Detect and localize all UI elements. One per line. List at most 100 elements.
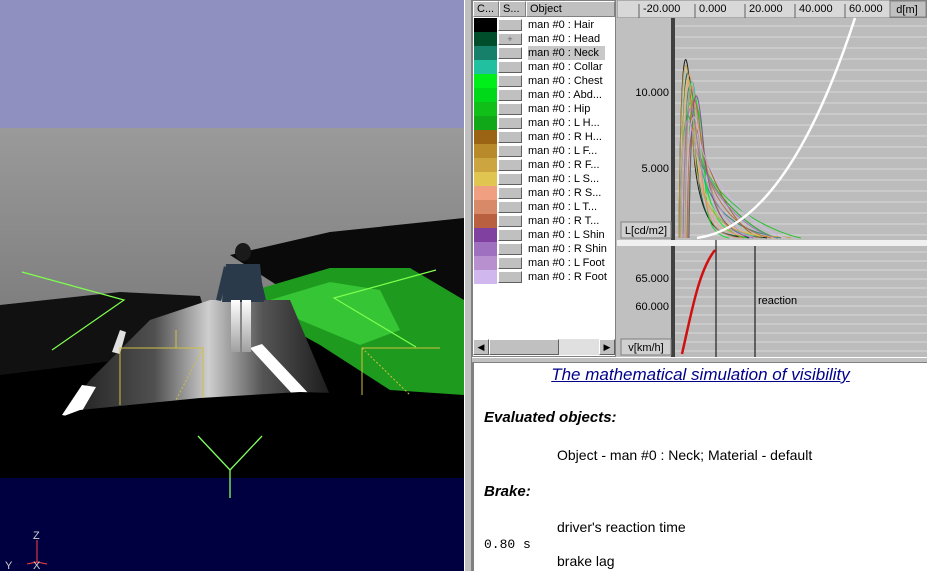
speed-y-tick-label: 65.000 <box>635 273 669 285</box>
color-swatch[interactable] <box>474 158 497 172</box>
color-swatch[interactable] <box>474 88 497 102</box>
object-row[interactable]: man #0 : Hip <box>473 102 615 116</box>
object-row[interactable]: man #0 : Chest <box>473 74 615 88</box>
scroll-left-arrow[interactable]: ◀ <box>473 339 489 355</box>
object-name: man #0 : R T... <box>528 215 600 227</box>
state-toggle-button[interactable] <box>498 257 522 269</box>
3d-scene[interactable]: Z Y X <box>0 0 464 571</box>
column-header-object[interactable]: Object <box>526 1 615 17</box>
color-swatch[interactable] <box>474 60 497 74</box>
color-swatch[interactable] <box>474 18 497 32</box>
x-tick-label: 20.000 <box>749 3 783 15</box>
color-swatch[interactable] <box>474 186 497 200</box>
object-row[interactable]: man #0 : R S... <box>473 186 615 200</box>
color-swatch[interactable] <box>474 256 497 270</box>
object-name: man #0 : Head <box>528 33 601 45</box>
color-swatch[interactable] <box>474 74 497 88</box>
x-tick-label: 40.000 <box>799 3 833 15</box>
state-toggle-button[interactable] <box>498 145 522 157</box>
object-name: man #0 : L H... <box>528 117 600 129</box>
state-toggle-button[interactable] <box>498 187 522 199</box>
report-panel: The mathematical simulation of visibilit… <box>472 363 927 571</box>
report-title[interactable]: The mathematical simulation of visibilit… <box>474 365 927 385</box>
color-swatch[interactable] <box>474 172 497 186</box>
x-tick-label: 0.000 <box>699 3 727 15</box>
state-toggle-button[interactable] <box>498 89 522 101</box>
object-name: man #0 : R Shin <box>528 243 607 255</box>
object-row[interactable]: man #0 : R F... <box>473 158 615 172</box>
column-header-state[interactable]: S... <box>499 1 526 17</box>
visibility-chart[interactable]: -20.000 0.000 20.000 40.000 60.000 d[m] 10.0… <box>617 0 927 357</box>
axis-y-label: Y <box>5 560 13 571</box>
object-row[interactable]: man #0 : L F... <box>473 144 615 158</box>
object-row[interactable]: man #0 : L H... <box>473 116 615 130</box>
object-name: man #0 : R H... <box>528 131 602 143</box>
vertical-splitter[interactable] <box>464 0 472 571</box>
x-unit-label: d[m] <box>896 4 917 16</box>
object-row[interactable]: man #0 : R T... <box>473 214 615 228</box>
state-toggle-button[interactable] <box>498 201 522 213</box>
column-header-color[interactable]: C... <box>473 1 499 17</box>
horizontal-scrollbar[interactable]: ◀ ▶ <box>473 339 615 355</box>
object-row[interactable]: man #0 : L Shin <box>473 228 615 242</box>
object-row[interactable]: man #0 : R Foot <box>473 270 615 284</box>
state-toggle-button[interactable] <box>498 19 522 31</box>
state-toggle-button[interactable] <box>498 173 522 185</box>
reaction-time-value: 0.80 s <box>484 537 531 552</box>
object-row[interactable]: man #0 : L Foot <box>473 256 615 270</box>
object-row[interactable]: man #0 : Hair <box>473 18 615 32</box>
state-toggle-button[interactable] <box>498 229 522 241</box>
color-swatch[interactable] <box>474 242 497 256</box>
state-toggle-button[interactable] <box>498 271 522 283</box>
object-row[interactable]: man #0 : R Shin <box>473 242 615 256</box>
state-toggle-button[interactable] <box>498 75 522 87</box>
object-row[interactable]: man #0 : L T... <box>473 200 615 214</box>
color-swatch[interactable] <box>474 46 497 60</box>
state-toggle-button[interactable] <box>498 243 522 255</box>
color-swatch[interactable] <box>474 214 497 228</box>
zero-marker-top <box>671 18 675 240</box>
axis-x-label: X <box>33 560 41 571</box>
object-row[interactable]: man #0 : Abd... <box>473 88 615 102</box>
luminance-plot-area <box>673 18 927 240</box>
3d-viewport[interactable]: Z Y X <box>0 0 464 571</box>
color-swatch[interactable] <box>474 116 497 130</box>
state-toggle-button[interactable] <box>498 215 522 227</box>
color-swatch[interactable] <box>474 270 497 284</box>
sky <box>0 0 464 128</box>
object-name: man #0 : R S... <box>528 187 602 199</box>
object-row[interactable]: + man #0 : Head <box>473 32 615 46</box>
x-tick-label: -20.000 <box>643 3 680 15</box>
color-swatch[interactable] <box>474 130 497 144</box>
object-name: man #0 : Hair <box>528 19 595 31</box>
state-toggle-button[interactable] <box>498 159 522 171</box>
state-toggle-button[interactable] <box>498 47 522 59</box>
object-row[interactable]: man #0 : Collar <box>473 60 615 74</box>
state-toggle-button[interactable] <box>498 131 522 143</box>
speed-ylabel: v[km/h] <box>628 342 663 354</box>
evaluated-object-line: Object - man #0 : Neck; Material - defau… <box>557 447 813 463</box>
object-row[interactable]: man #0 : Neck <box>473 46 615 60</box>
object-row[interactable]: man #0 : R H... <box>473 130 615 144</box>
object-row[interactable]: man #0 : L S... <box>473 172 615 186</box>
object-name: man #0 : L Shin <box>528 229 605 241</box>
state-toggle-button[interactable] <box>498 103 522 115</box>
luminance-ylabel-area <box>617 18 673 240</box>
foreground-dark <box>0 478 464 571</box>
state-toggle-button[interactable] <box>498 117 522 129</box>
color-swatch[interactable] <box>474 144 497 158</box>
scroll-right-arrow[interactable]: ▶ <box>599 339 615 355</box>
state-toggle-button[interactable] <box>498 61 522 73</box>
color-swatch[interactable] <box>474 32 497 46</box>
speed-plot-area <box>673 246 927 357</box>
speed-y-tick-label: 60.000 <box>635 301 669 313</box>
state-toggle-button[interactable]: + <box>498 33 522 45</box>
scroll-thumb[interactable] <box>489 339 559 355</box>
color-swatch[interactable] <box>474 228 497 242</box>
color-swatch[interactable] <box>474 200 497 214</box>
chart-panel: -20.000 0.000 20.000 40.000 60.000 d[m] 10.0… <box>617 0 927 357</box>
object-name: man #0 : Abd... <box>528 89 602 101</box>
chart-splitter[interactable] <box>617 240 927 246</box>
object-name: man #0 : Collar <box>528 61 603 73</box>
color-swatch[interactable] <box>474 102 497 116</box>
